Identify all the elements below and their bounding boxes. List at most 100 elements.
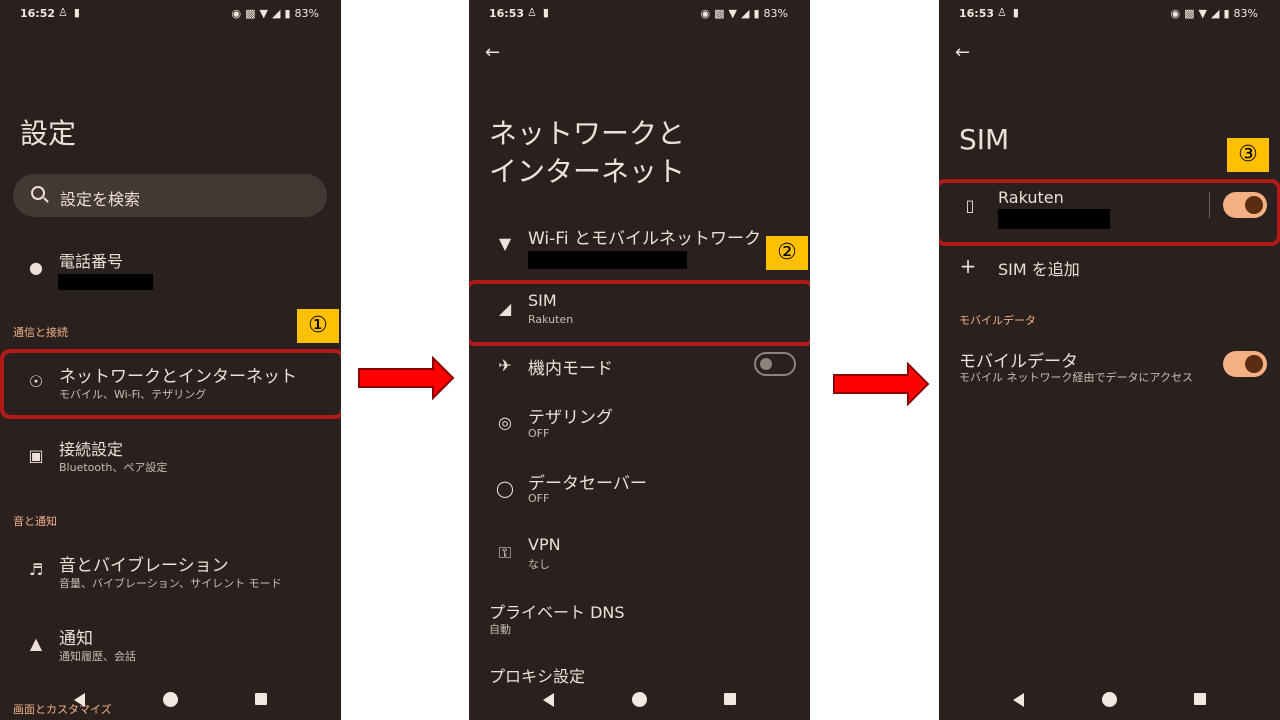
- wifi-title: Wi-Fi とモバイルネットワーク: [528, 229, 761, 249]
- dns-subtitle: 自動: [489, 623, 511, 636]
- nav-recent-icon[interactable]: [255, 693, 267, 705]
- redacted-network-name: [528, 251, 687, 269]
- status-bar: 16:53 ♙ ▮ ◉ ▩ ▼ ◢ ▮ 83%: [469, 0, 810, 28]
- speaker-icon: ♬: [28, 560, 44, 579]
- airplane-mode-item[interactable]: ✈ 機内モード: [469, 352, 810, 394]
- devices-icon: ▣: [28, 446, 44, 465]
- highlight-network: [0, 349, 341, 419]
- search-placeholder: 設定を検索: [60, 190, 141, 209]
- step-badge-3: ③: [1227, 138, 1269, 172]
- tethering-title: テザリング: [528, 408, 613, 428]
- datasaver-title: データセーバー: [528, 474, 647, 494]
- wifi-mobile-item[interactable]: ▼ Wi-Fi とモバイルネットワーク: [469, 224, 810, 274]
- private-dns-item[interactable]: プライベート DNS 自動: [469, 599, 810, 639]
- add-sim-item[interactable]: + SIM を追加: [939, 254, 1280, 286]
- nav-back-icon[interactable]: [543, 693, 554, 707]
- nav-back-icon[interactable]: [1013, 693, 1024, 707]
- nav-bar: [0, 690, 341, 710]
- status-bar: 16:53 ♙ ▮ ◉ ▩ ▼ ◢ ▮ 83%: [939, 0, 1280, 28]
- nav-bar: [939, 690, 1280, 710]
- network-screen: 16:53 ♙ ▮ ◉ ▩ ▼ ◢ ▮ 83% ← ネットワークと インターネット…: [469, 0, 810, 720]
- tethering-subtitle: OFF: [528, 427, 550, 440]
- step-badge-1: ①: [297, 309, 339, 343]
- proxy-item[interactable]: プロキシ設定: [469, 663, 810, 693]
- battery-icon: ▮: [1223, 7, 1230, 20]
- wifi-icon: ▼: [728, 7, 738, 20]
- toggle-knob: [1245, 355, 1263, 373]
- cast-icon: ▩: [714, 7, 725, 20]
- notify-title: 通知: [59, 629, 93, 649]
- page-title-line1: ネットワークと: [489, 117, 686, 150]
- vpn-title: VPN: [528, 535, 561, 554]
- toggle-knob: [760, 358, 772, 370]
- page-title: 設定: [20, 117, 77, 150]
- wifi-icon: ▼: [259, 7, 269, 20]
- sim-screen: 16:53 ♙ ▮ ◉ ▩ ▼ ◢ ▮ 83% ← SIM ③ ▯ Rakuten…: [939, 0, 1280, 720]
- connection-subtitle: Bluetooth、ペア設定: [59, 461, 168, 474]
- battery-icon: ▮: [284, 7, 291, 20]
- redacted-phone-number: [58, 274, 153, 290]
- proxy-title: プロキシ設定: [489, 667, 586, 686]
- back-arrow-icon[interactable]: ←: [485, 42, 500, 63]
- sound-title: 音とバイブレーション: [59, 556, 229, 576]
- airplane-toggle[interactable]: [754, 352, 796, 376]
- battery-percent: 83%: [294, 7, 319, 20]
- battery-percent: 83%: [1233, 7, 1258, 20]
- key-icon: ⚿: [498, 543, 512, 562]
- phone-number-item[interactable]: ● 電話番号: [0, 246, 341, 296]
- location-icon: ◉: [700, 7, 711, 20]
- mobile-subtitle: モバイル ネットワーク経由でデータにアクセス: [959, 371, 1193, 384]
- add-sim-label: SIM を追加: [998, 260, 1080, 279]
- notification-icon: ♙: [997, 6, 1007, 19]
- section-mobile-data: モバイルデータ: [959, 314, 1036, 327]
- mobile-data-toggle[interactable]: [1223, 351, 1267, 377]
- message-icon: ▮: [542, 6, 549, 19]
- highlight-sim: [469, 280, 810, 346]
- connection-title: 接続設定: [59, 440, 124, 459]
- search-icon-handle: [43, 197, 49, 203]
- phone-number-label: 電話番号: [59, 252, 124, 271]
- tethering-item[interactable]: ◎ テザリング OFF: [469, 403, 810, 443]
- message-icon: ▮: [1012, 6, 1019, 19]
- sound-item[interactable]: ♬ 音とバイブレーション 音量、バイブレーション、サイレント モード: [0, 551, 341, 601]
- signal-icon: ◢: [741, 7, 750, 20]
- connection-settings-item[interactable]: ▣ 接続設定 Bluetooth、ペア設定: [0, 436, 341, 486]
- nav-home-icon[interactable]: [163, 692, 178, 707]
- vpn-item[interactable]: ⚿ VPN なし: [469, 535, 810, 575]
- section-sound: 音と通知: [13, 515, 57, 528]
- step-badge-2: ②: [766, 236, 808, 270]
- nav-home-icon[interactable]: [1102, 692, 1117, 707]
- mobile-data-item[interactable]: モバイルデータ モバイル ネットワーク経由でデータにアクセス: [939, 347, 1280, 391]
- back-arrow-icon[interactable]: ←: [955, 42, 970, 63]
- person-icon: ●: [29, 258, 43, 277]
- notification-item[interactable]: ▲ 通知 通知履歴、会話: [0, 624, 341, 674]
- status-bar: 16:52 ♙ ▮ ◉ ▩ ▼ ◢ ▮ 83%: [0, 0, 341, 28]
- wifi-icon: ▼: [498, 234, 512, 253]
- data-saver-item[interactable]: ◯ データセーバー OFF: [469, 469, 810, 509]
- nav-recent-icon[interactable]: [1194, 693, 1206, 705]
- notify-subtitle: 通知履歴、会話: [59, 650, 136, 663]
- hotspot-icon: ◎: [498, 413, 512, 432]
- plus-icon: +: [959, 254, 977, 278]
- settings-screen: 16:52 ♙ ▮ ◉ ▩ ▼ ◢ ▮ 83% 設定 設定を検索 ● 電話番号 通…: [0, 0, 341, 720]
- section-connect: 通信と接続: [13, 326, 68, 339]
- signal-icon: ◢: [272, 7, 281, 20]
- bell-icon: ▲: [29, 634, 43, 653]
- nav-recent-icon[interactable]: [724, 693, 736, 705]
- airplane-title: 機内モード: [528, 359, 613, 379]
- cast-icon: ▩: [245, 7, 256, 20]
- cast-icon: ▩: [1184, 7, 1195, 20]
- highlight-rakuten: [939, 179, 1280, 246]
- status-time: 16:52: [20, 7, 56, 20]
- location-icon: ◉: [1170, 7, 1181, 20]
- data-saver-icon: ◯: [496, 479, 514, 498]
- signal-icon: ◢: [1211, 7, 1220, 20]
- notification-icon: ♙: [58, 6, 68, 19]
- search-bar[interactable]: 設定を検索: [13, 174, 327, 217]
- nav-back-icon[interactable]: [74, 693, 85, 707]
- status-time: 16:53: [489, 7, 525, 20]
- status-time: 16:53: [959, 7, 995, 20]
- dns-title: プライベート DNS: [489, 603, 625, 622]
- nav-home-icon[interactable]: [632, 692, 647, 707]
- message-icon: ▮: [73, 6, 80, 19]
